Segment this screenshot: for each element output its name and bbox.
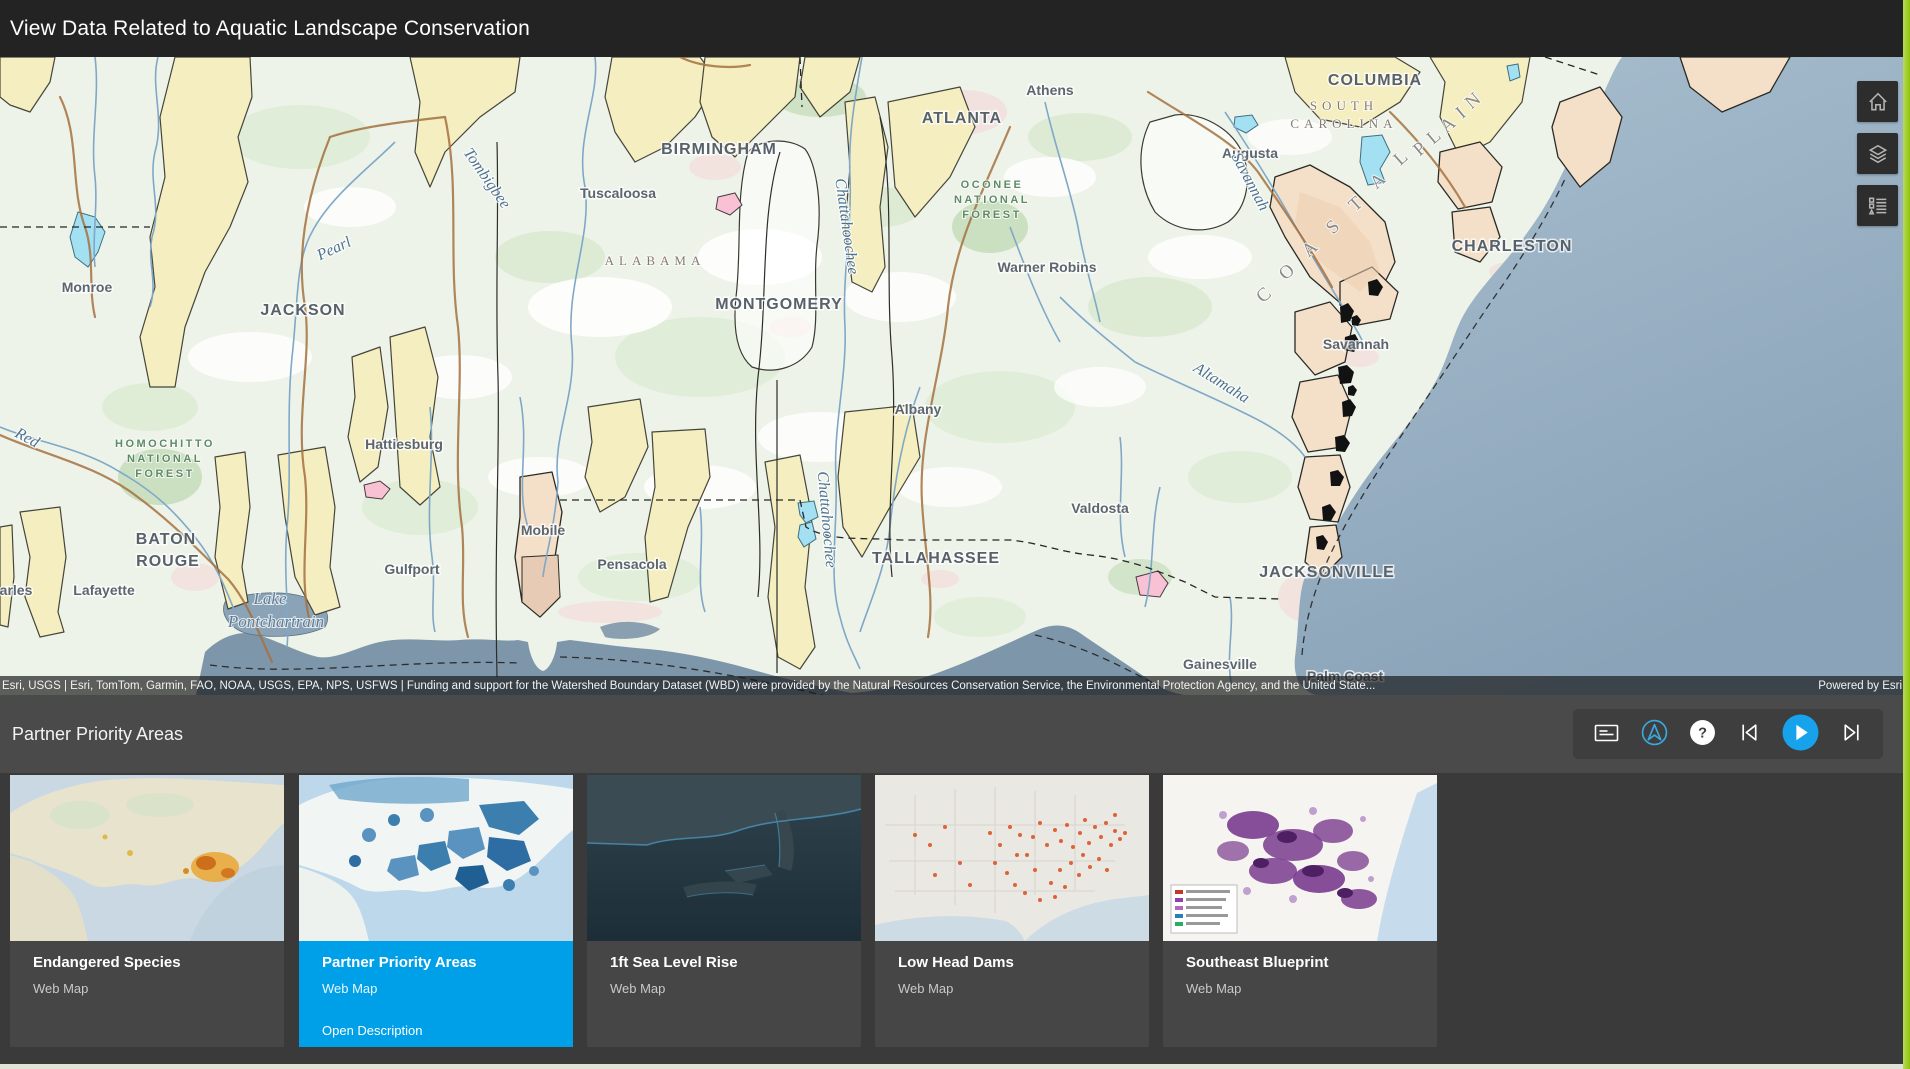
map-label: Tuscaloosa bbox=[580, 185, 656, 201]
map-label: NATIONAL bbox=[954, 194, 1030, 206]
play-button[interactable] bbox=[1781, 716, 1819, 752]
card-type: Web Map bbox=[898, 981, 1149, 996]
map-label: HOMOCHITTO bbox=[115, 438, 215, 450]
svg-text:?: ? bbox=[1698, 726, 1707, 742]
thumbnail-southeast-blueprint bbox=[1163, 775, 1437, 941]
card-title: Southeast Blueprint bbox=[1186, 954, 1437, 972]
webmap-gallery: Endangered Species Web Map bbox=[0, 773, 1910, 1064]
card-type: Web Map bbox=[33, 981, 284, 996]
previous-button[interactable] bbox=[1733, 716, 1767, 752]
map-label: ALABAMA bbox=[605, 253, 706, 268]
blueprint-legend bbox=[1171, 885, 1237, 933]
card-title: 1ft Sea Level Rise bbox=[610, 954, 861, 972]
card-title: Low Head Dams bbox=[898, 954, 1149, 972]
map-attribution: Esri, USGS | Esri, TomTom, Garmin, FAO, … bbox=[0, 676, 1910, 695]
home-button[interactable] bbox=[1857, 81, 1898, 122]
card-title: Partner Priority Areas bbox=[322, 954, 573, 972]
previous-icon bbox=[1738, 720, 1763, 748]
layers-button[interactable] bbox=[1857, 133, 1898, 174]
map-label: Lafayette bbox=[73, 582, 135, 598]
card-type: Web Map bbox=[322, 981, 573, 996]
map-label: Athens bbox=[1026, 82, 1074, 98]
map-label: COLUMBIA bbox=[1328, 72, 1422, 89]
next-button[interactable] bbox=[1833, 716, 1867, 752]
attribution-sources: Esri, USGS | Esri, TomTom, Garmin, FAO, … bbox=[0, 680, 1800, 692]
open-description-link[interactable]: Open Description bbox=[322, 1023, 573, 1038]
card-type: Web Map bbox=[1186, 981, 1437, 996]
next-icon bbox=[1838, 720, 1863, 748]
map-label: arles bbox=[0, 582, 33, 598]
description-button[interactable] bbox=[1589, 716, 1623, 752]
map-label: Lake bbox=[252, 589, 287, 608]
map-label: Mobile bbox=[521, 522, 566, 538]
thumbnail-1ft-sea-level-rise bbox=[587, 775, 861, 941]
bottom-strip bbox=[0, 1064, 1910, 1069]
card-endangered-species[interactable]: Endangered Species Web Map bbox=[10, 775, 284, 1047]
card-partner-priority-areas[interactable]: Partner Priority Areas Web Map Open Desc… bbox=[299, 775, 573, 1047]
map-label: JACKSON bbox=[260, 302, 345, 319]
basemap: Athens ATLANTA BIRMINGHAM Tuscaloosa MONTGOM… bbox=[0, 57, 1910, 695]
help-button[interactable]: ? bbox=[1685, 716, 1719, 752]
card-title: Endangered Species bbox=[33, 954, 284, 972]
legend-button[interactable] bbox=[1857, 185, 1898, 226]
map-label: MONTGOMERY bbox=[715, 296, 843, 313]
about-button[interactable] bbox=[1637, 716, 1671, 752]
card-1ft-sea-level-rise[interactable]: 1ft Sea Level Rise Web Map bbox=[587, 775, 861, 1047]
app-window: View Data Related to Aquatic Landscape C… bbox=[0, 0, 1910, 1069]
map-label: ATLANTA bbox=[922, 110, 1002, 127]
section-bar: Partner Priority Areas bbox=[0, 695, 1910, 773]
layers-icon bbox=[1867, 143, 1889, 165]
powered-by-esri: Powered by Esri bbox=[1800, 680, 1910, 692]
map-label: ROUGE bbox=[136, 553, 200, 570]
section-title: Partner Priority Areas bbox=[12, 724, 183, 745]
map-label: Albany bbox=[895, 401, 942, 417]
about-icon bbox=[1641, 719, 1668, 749]
map-label: CAROLINA bbox=[1290, 116, 1397, 131]
map-label: Valdosta bbox=[1071, 500, 1129, 516]
legend-icon bbox=[1867, 195, 1889, 217]
play-icon bbox=[1782, 714, 1819, 754]
page-edge-strip bbox=[1903, 0, 1910, 1069]
thumbnail-partner-priority-areas bbox=[299, 775, 573, 941]
map-controls bbox=[1857, 81, 1898, 226]
map-label: Hattiesburg bbox=[365, 436, 443, 452]
map-label: CHARLESTON bbox=[1452, 238, 1573, 255]
map-label: Gainesville bbox=[1183, 656, 1257, 672]
map-label: BIRMINGHAM bbox=[661, 141, 777, 158]
map-label: FOREST bbox=[962, 209, 1022, 221]
description-icon bbox=[1593, 721, 1620, 748]
section-toolbar: ? bbox=[1573, 709, 1883, 759]
map-label: Pensacola bbox=[597, 556, 666, 572]
map-label: NATIONAL bbox=[127, 453, 203, 465]
thumbnail-low-head-dams bbox=[875, 775, 1149, 941]
map-label: FOREST bbox=[135, 468, 195, 480]
app-header: View Data Related to Aquatic Landscape C… bbox=[0, 0, 1910, 57]
map-label: Warner Robins bbox=[997, 259, 1096, 275]
card-low-head-dams[interactable]: Low Head Dams Web Map bbox=[875, 775, 1149, 1047]
map-label: JACKSONVILLE bbox=[1259, 564, 1395, 581]
card-type: Web Map bbox=[610, 981, 861, 996]
map-label: BATON bbox=[136, 531, 196, 548]
map-label: SOUTH bbox=[1310, 98, 1378, 113]
thumbnail-endangered-species bbox=[10, 775, 284, 941]
home-icon bbox=[1867, 91, 1889, 113]
page-title: View Data Related to Aquatic Landscape C… bbox=[10, 17, 530, 41]
map-label: OCONEE bbox=[961, 179, 1024, 191]
map-label: Savannah bbox=[1323, 336, 1389, 352]
help-icon: ? bbox=[1689, 719, 1716, 749]
card-southeast-blueprint[interactable]: Southeast Blueprint Web Map bbox=[1163, 775, 1437, 1047]
map-label: Pontchartrain bbox=[227, 612, 324, 631]
map-label: TALLAHASSEE bbox=[872, 550, 1000, 567]
map-label: Gulfport bbox=[384, 561, 440, 577]
map-view[interactable]: Athens ATLANTA BIRMINGHAM Tuscaloosa MONTGOM… bbox=[0, 57, 1910, 695]
map-label: Monroe bbox=[62, 279, 113, 295]
